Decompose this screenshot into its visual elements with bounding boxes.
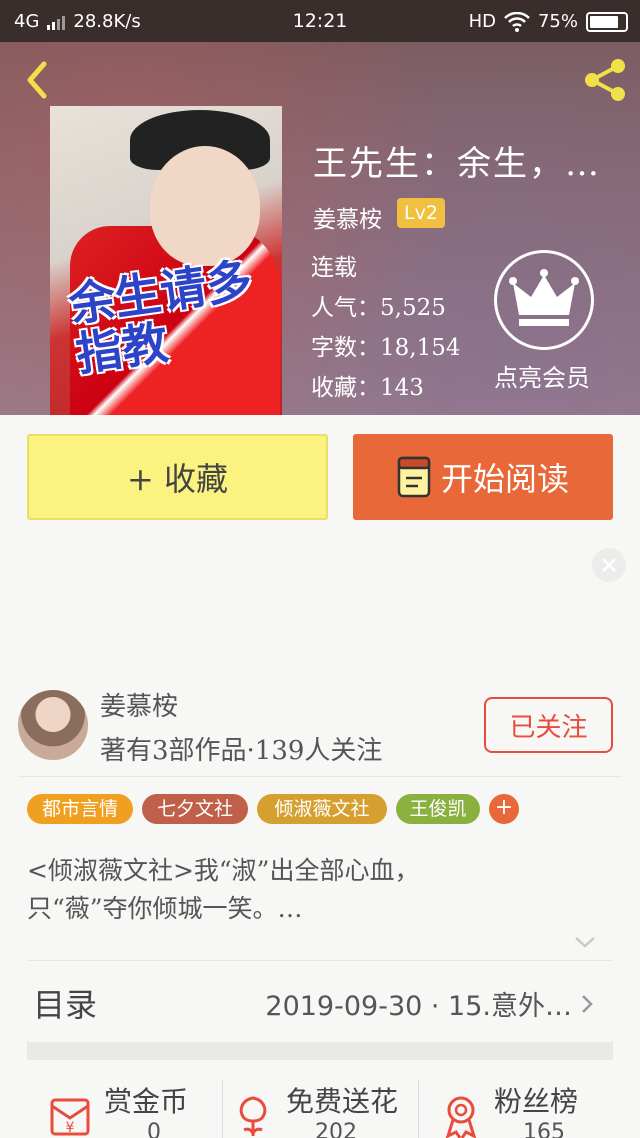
back-chevron-icon[interactable] bbox=[18, 56, 58, 104]
author-level-badge: Lv2 bbox=[397, 198, 445, 228]
book-author[interactable]: 姜慕桉 bbox=[313, 200, 382, 234]
close-ad-button[interactable] bbox=[592, 548, 626, 582]
popularity-stat: 人气：5,525 bbox=[311, 295, 446, 321]
vip-button[interactable] bbox=[494, 250, 594, 350]
send-flower-button[interactable]: 免费送花 202 bbox=[230, 1076, 415, 1138]
latest-chapter[interactable]: 2019-09-30 · 15.意外… bbox=[265, 984, 572, 1023]
book-detail-page: 4G 28.8K/s 12:21 HD 75% 余生请多指教 王先生：余生，… … bbox=[0, 0, 640, 1138]
book-cover[interactable]: 余生请多指教 bbox=[50, 106, 282, 415]
tag-urban-romance[interactable]: 都市言情 bbox=[27, 794, 133, 824]
chevron-down-icon[interactable] bbox=[572, 932, 598, 952]
toc-label[interactable]: 目录 bbox=[33, 980, 97, 1026]
favorites-stat: 收藏：143 bbox=[311, 375, 424, 401]
wifi-icon bbox=[504, 11, 530, 32]
book-header: 余生请多指教 王先生：余生，… 姜慕桉 Lv2 连载 人气：5,525 字数：1… bbox=[0, 42, 640, 415]
author-avatar[interactable] bbox=[18, 690, 88, 760]
divider bbox=[222, 1080, 223, 1138]
medal-icon bbox=[445, 1096, 477, 1138]
crown-icon bbox=[509, 269, 579, 326]
status-bar: 4G 28.8K/s 12:21 HD 75% bbox=[0, 0, 640, 42]
vip-label[interactable]: 点亮会员 bbox=[494, 358, 590, 393]
divider bbox=[18, 776, 622, 777]
hd-indicator: HD bbox=[468, 11, 496, 32]
coin-envelope-icon: ¥ bbox=[50, 1098, 90, 1136]
svg-text:¥: ¥ bbox=[66, 1120, 75, 1136]
section-separator bbox=[27, 1042, 613, 1060]
book-icon bbox=[397, 456, 431, 498]
divider bbox=[418, 1080, 419, 1138]
battery-icon bbox=[586, 11, 628, 32]
tag-wang-junkai[interactable]: 王俊凯 bbox=[396, 794, 480, 824]
author-name[interactable]: 姜慕桉 bbox=[100, 686, 178, 723]
divider bbox=[27, 960, 613, 961]
follow-button[interactable]: 已关注 bbox=[484, 697, 613, 753]
start-reading-button[interactable]: 开始阅读 bbox=[353, 434, 613, 520]
add-tag-button[interactable]: + bbox=[489, 794, 519, 824]
book-title: 王先生：余生，… bbox=[313, 144, 601, 184]
add-favorite-button[interactable]: + 收藏 bbox=[27, 434, 328, 520]
chevron-right-icon[interactable] bbox=[578, 992, 596, 1016]
book-description[interactable]: <倾淑薇文社>我“淑”出全部心血， 只“薇”夺你倾城一笑。… bbox=[27, 852, 607, 928]
tag-qingshuwei-club[interactable]: 倾淑薇文社 bbox=[257, 794, 387, 824]
close-icon bbox=[602, 558, 616, 572]
reward-coins-button[interactable]: ¥ 赏金币 0 bbox=[48, 1076, 218, 1138]
fan-ranking-button[interactable]: 粉丝榜 165 bbox=[438, 1076, 608, 1138]
share-icon[interactable] bbox=[580, 56, 630, 104]
word-count-stat: 字数：18,154 bbox=[311, 335, 461, 361]
tag-qixi-club[interactable]: 七夕文社 bbox=[142, 794, 248, 824]
author-info: 著有3部作品·139人关注 bbox=[100, 736, 383, 766]
battery-percent: 75% bbox=[537, 11, 578, 32]
serial-status: 连载 bbox=[311, 255, 357, 281]
flower-icon bbox=[239, 1096, 267, 1136]
start-reading-label: 开始阅读 bbox=[440, 460, 569, 498]
